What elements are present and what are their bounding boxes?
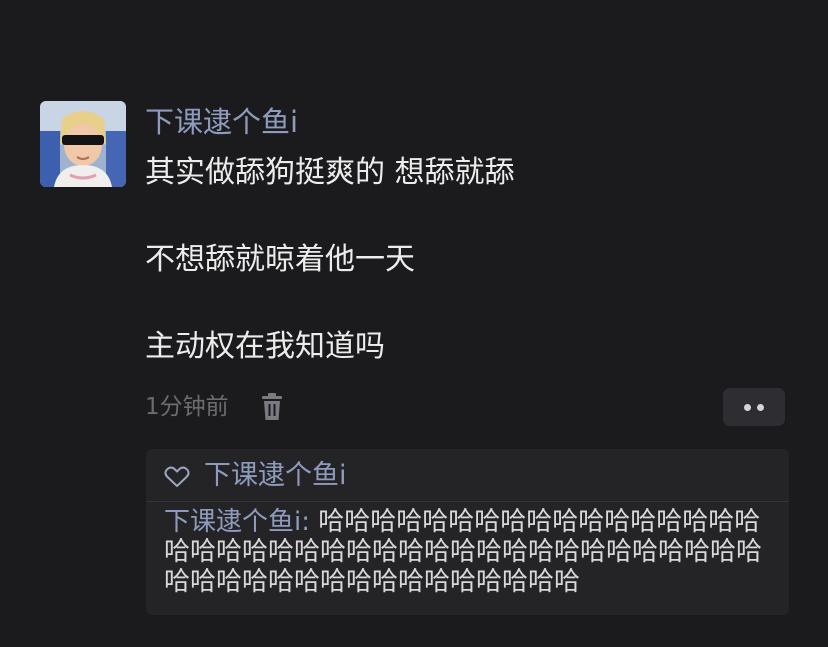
post-timestamp: 1分钟前 [145, 394, 229, 420]
like-username[interactable]: 下课逮个鱼i [204, 457, 347, 495]
post-text-line-2: 不想舔就晾着他一天 [145, 242, 415, 277]
comment-item[interactable]: 下课逮个鱼i: 哈哈哈哈哈哈哈哈哈哈哈哈哈哈哈哈哈哈哈哈哈哈哈哈哈哈哈哈哈哈哈哈… [164, 507, 776, 597]
post-text-line-3: 主动权在我知道吗 [145, 329, 385, 364]
likes-comments-panel: 下课逮个鱼i 下课逮个鱼i: 哈哈哈哈哈哈哈哈哈哈哈哈哈哈哈哈哈哈哈哈哈哈哈哈哈… [146, 449, 789, 615]
heart-outline-icon [164, 466, 190, 487]
avatar-image [40, 101, 126, 187]
avatar[interactable] [40, 101, 126, 187]
more-dots-icon-dot [757, 404, 764, 411]
trash-icon[interactable] [259, 393, 285, 421]
post-username[interactable]: 下课逮个鱼i [145, 104, 298, 140]
comment-separator: : [301, 507, 319, 537]
more-dots-icon [744, 404, 751, 411]
comment-author[interactable]: 下课逮个鱼i [164, 507, 301, 537]
divider [146, 501, 789, 502]
more-options-button[interactable] [723, 388, 785, 426]
moment-post: 下课逮个鱼i 其实做舔狗挺爽的 想舔就舔 不想舔就晾着他一天 主动权在我知道吗 … [0, 0, 828, 647]
post-text-line-1: 其实做舔狗挺爽的 想舔就舔 [145, 155, 515, 190]
